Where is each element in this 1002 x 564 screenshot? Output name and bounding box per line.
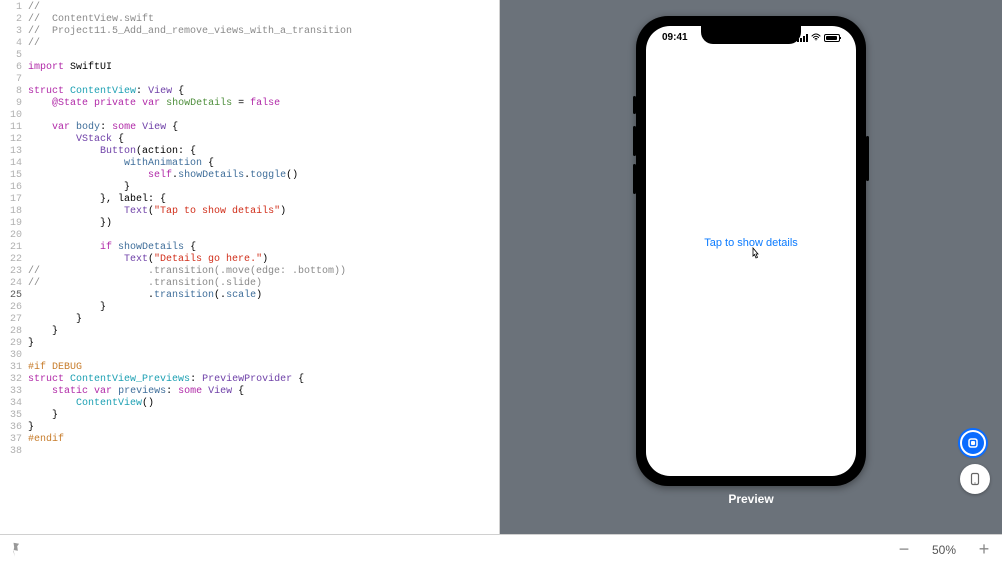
code-line[interactable]: } [28,302,499,314]
code-line[interactable]: }) [28,218,499,230]
code-line[interactable]: Button(action: { [28,146,499,158]
code-line[interactable]: } [28,338,499,350]
code-line[interactable]: .transition(.scale) [28,290,499,302]
line-number: 23 [0,266,22,278]
code-line[interactable]: // .transition(.slide) [28,278,499,290]
line-number: 30 [0,350,22,362]
device-settings-button[interactable] [960,464,990,494]
line-number: 20 [0,230,22,242]
code-line[interactable]: } [28,182,499,194]
line-number: 4 [0,38,22,50]
code-line[interactable]: var body: some View { [28,122,499,134]
line-number: 28 [0,326,22,338]
line-number: 7 [0,74,22,86]
preview-label: Preview [728,492,773,506]
line-number: 19 [0,218,22,230]
device-side-button [866,136,869,181]
code-line[interactable]: ContentView() [28,398,499,410]
code-line[interactable] [28,350,499,362]
line-number-gutter: 1234567891011121314151617181920212223242… [0,0,28,534]
line-number: 10 [0,110,22,122]
code-line[interactable]: VStack { [28,134,499,146]
line-number: 37 [0,434,22,446]
line-number: 16 [0,182,22,194]
code-line[interactable]: }, label: { [28,194,499,206]
code-line[interactable]: } [28,314,499,326]
line-number: 18 [0,206,22,218]
code-line[interactable]: } [28,422,499,434]
line-number: 26 [0,302,22,314]
line-number: 35 [0,410,22,422]
line-number: 25 [0,290,22,302]
code-line[interactable] [28,50,499,62]
pointer-cursor-icon [749,247,763,265]
line-number: 17 [0,194,22,206]
bottom-bar: − 50% + [0,534,1002,564]
line-number: 6 [0,62,22,74]
device-side-button [633,126,636,156]
code-line[interactable]: } [28,410,499,422]
preview-pane: 09:41 Tap to show details [500,0,1002,534]
preview-controls [960,430,990,494]
line-number: 3 [0,26,22,38]
line-number: 1 [0,2,22,14]
line-number: 27 [0,314,22,326]
code-line[interactable]: struct ContentView: View { [28,86,499,98]
live-preview-button[interactable] [960,430,986,456]
line-number: 21 [0,242,22,254]
code-line[interactable] [28,446,499,458]
code-line[interactable]: struct ContentView_Previews: PreviewProv… [28,374,499,386]
line-number: 32 [0,374,22,386]
line-number: 29 [0,338,22,350]
app-content: Tap to show details [646,26,856,476]
code-line[interactable]: // [28,38,499,50]
code-line[interactable]: #if DEBUG [28,362,499,374]
line-number: 34 [0,398,22,410]
line-number: 15 [0,170,22,182]
line-number: 24 [0,278,22,290]
line-number: 9 [0,98,22,110]
zoom-value: 50% [932,543,956,557]
device-side-button [633,164,636,194]
zoom-out-button[interactable]: − [896,539,912,560]
code-line[interactable]: Text("Tap to show details") [28,206,499,218]
device-frame: 09:41 Tap to show details [636,16,866,486]
line-number: 11 [0,122,22,134]
code-line[interactable]: // .transition(.move(edge: .bottom)) [28,266,499,278]
line-number: 36 [0,422,22,434]
line-number: 22 [0,254,22,266]
line-number: 38 [0,446,22,458]
device-side-button [633,96,636,114]
line-number: 12 [0,134,22,146]
line-number: 2 [0,14,22,26]
code-line[interactable]: if showDetails { [28,242,499,254]
code-line[interactable] [28,74,499,86]
code-line[interactable]: // Project11.5_Add_and_remove_views_with… [28,26,499,38]
code-line[interactable]: static var previews: some View { [28,386,499,398]
code-line[interactable]: #endif [28,434,499,446]
code-line[interactable]: } [28,326,499,338]
pin-icon[interactable] [6,539,27,561]
code-line[interactable]: @State private var showDetails = false [28,98,499,110]
code-line[interactable]: import SwiftUI [28,62,499,74]
code-line[interactable]: // [28,2,499,14]
code-line[interactable] [28,230,499,242]
code-editor[interactable]: 1234567891011121314151617181920212223242… [0,0,500,534]
code-line[interactable]: self.showDetails.toggle() [28,170,499,182]
code-line[interactable] [28,110,499,122]
code-line[interactable]: withAnimation { [28,158,499,170]
zoom-control: − 50% + [896,539,992,560]
line-number: 13 [0,146,22,158]
line-number: 14 [0,158,22,170]
code-line[interactable]: // ContentView.swift [28,14,499,26]
zoom-in-button[interactable]: + [976,539,992,560]
code-area[interactable]: //// ContentView.swift// Project11.5_Add… [28,0,499,534]
line-number: 5 [0,50,22,62]
line-number: 8 [0,86,22,98]
device-screen: 09:41 Tap to show details [646,26,856,476]
line-number: 31 [0,362,22,374]
code-line[interactable]: Text("Details go here.") [28,254,499,266]
line-number: 33 [0,386,22,398]
